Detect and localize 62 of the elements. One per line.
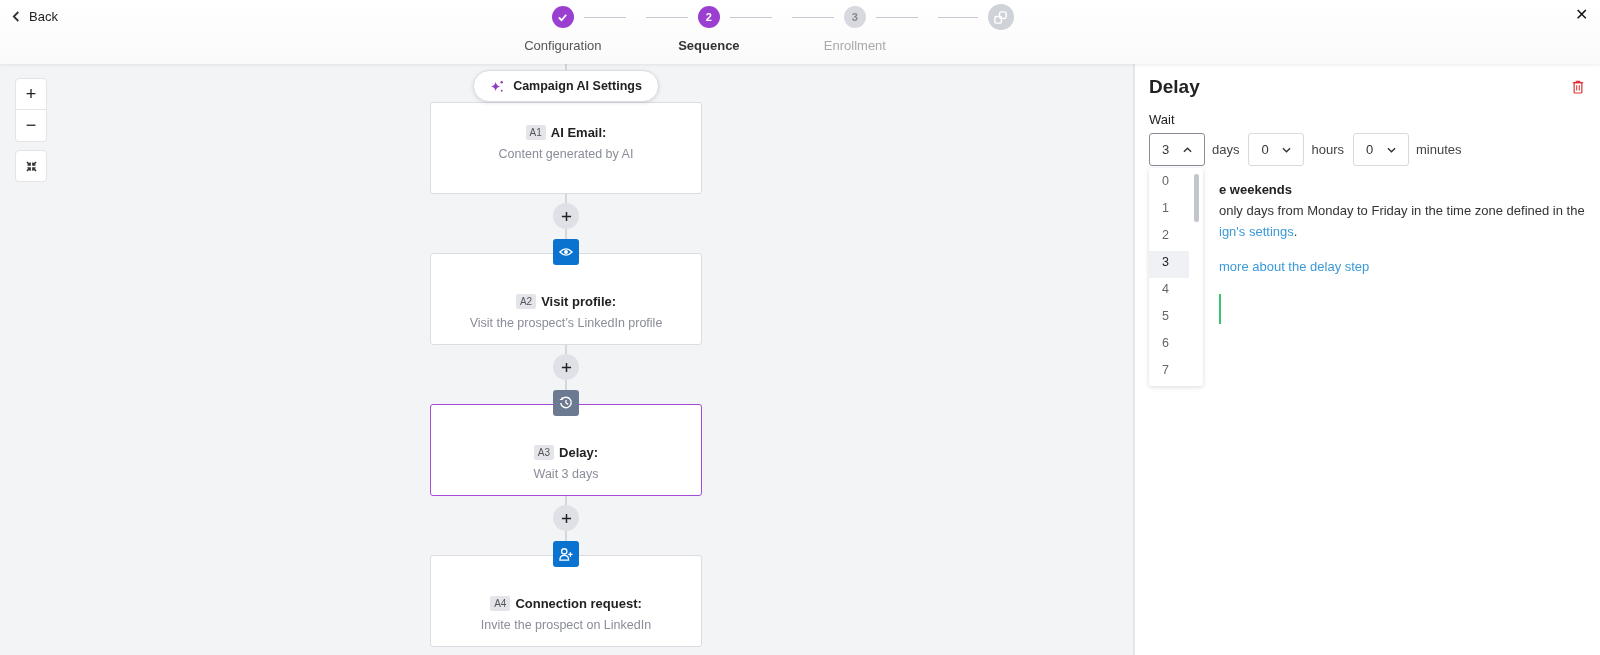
step-tag: A1: [525, 125, 546, 140]
panel-title: Delay: [1149, 76, 1200, 98]
chevron-down-icon: [1387, 146, 1396, 153]
dropdown-option[interactable]: 5: [1149, 305, 1189, 332]
step-description: Content generated by AI: [498, 147, 634, 161]
ai-settings-button[interactable]: Campaign AI Settings: [473, 70, 659, 102]
step-card[interactable]: A1 AI Email: Content generated by AI: [430, 102, 702, 194]
add-step-button[interactable]: [553, 354, 579, 380]
chevron-up-icon: [1183, 146, 1192, 153]
dropdown-option[interactable]: 7: [1149, 359, 1189, 386]
period-text: .: [1293, 224, 1298, 239]
unit-label: hours: [1311, 142, 1344, 157]
plus-icon: [560, 210, 572, 222]
step-card[interactable]: A2 Visit profile: Visit the prospect’s LinkedIn profile: [430, 253, 702, 345]
wait-label: Wait: [1149, 112, 1175, 127]
sparkle-icon: [490, 78, 506, 94]
chevron-down-icon: [1282, 146, 1292, 153]
step-tag: A3: [533, 445, 555, 460]
step-card[interactable]: A4 Connection request: Invite the prospect on LinkedIn: [430, 555, 702, 647]
unit-label: minutes: [1416, 142, 1462, 157]
step-tag: A4: [490, 596, 511, 611]
clock-icon: [553, 390, 579, 416]
collapse-arrows-icon: [25, 160, 37, 172]
step-complete-icon[interactable]: [551, 6, 574, 28]
zoom-in-button[interactable]: +: [15, 78, 47, 110]
step-title: Connection request:: [515, 596, 642, 611]
eye-icon: [553, 239, 579, 265]
step-title: Delay:: [559, 445, 599, 460]
unit-label: days: [1212, 142, 1240, 157]
dropdown-option[interactable]: 3: [1149, 251, 1189, 278]
weekends-title: e weekends: [1219, 182, 1292, 197]
step-title: Visit profile:: [541, 294, 617, 309]
dropdown-option[interactable]: 1: [1149, 197, 1189, 224]
zoom-out-button[interactable]: −: [15, 110, 47, 142]
close-button[interactable]: ✕: [1571, 3, 1592, 26]
step-description: Invite the prospect on LinkedIn: [480, 618, 652, 632]
chevron-left-icon: [12, 9, 21, 23]
step-number[interactable]: 2: [697, 6, 720, 28]
step-label[interactable]: Configuration: [524, 38, 602, 53]
select-field[interactable]: 0: [1353, 133, 1409, 166]
weekends-description: only days from Monday to Friday in the time zone defined in the: [1219, 203, 1585, 218]
step-description: Wait 3 days: [533, 467, 599, 481]
step-title: AI Email:: [550, 125, 607, 140]
select-field[interactable]: 0: [1248, 133, 1305, 166]
step-card[interactable]: A3 Delay: Wait 3 days: [430, 404, 702, 496]
plus-icon: [560, 361, 572, 373]
fit-view-button[interactable]: [15, 150, 47, 182]
delete-icon[interactable]: [1570, 78, 1586, 96]
step-description: Visit the prospect’s LinkedIn profile: [469, 316, 663, 330]
select-field[interactable]: 3: [1149, 133, 1205, 166]
scrollbar[interactable]: [1194, 174, 1199, 222]
dropdown-option[interactable]: 4: [1149, 278, 1189, 305]
dropdown-option[interactable]: 6: [1149, 332, 1189, 359]
add-step-button[interactable]: [553, 505, 579, 531]
add-person-icon: [553, 541, 579, 567]
dropdown-option[interactable]: 2: [1149, 224, 1189, 251]
step-tag: A2: [515, 294, 537, 309]
add-step-button[interactable]: [553, 203, 579, 229]
back-button[interactable]: Back: [10, 6, 60, 26]
step-label[interactable]: Sequence: [678, 38, 740, 53]
dropdown-option[interactable]: 0: [1149, 170, 1189, 197]
plus-icon: [560, 512, 572, 524]
